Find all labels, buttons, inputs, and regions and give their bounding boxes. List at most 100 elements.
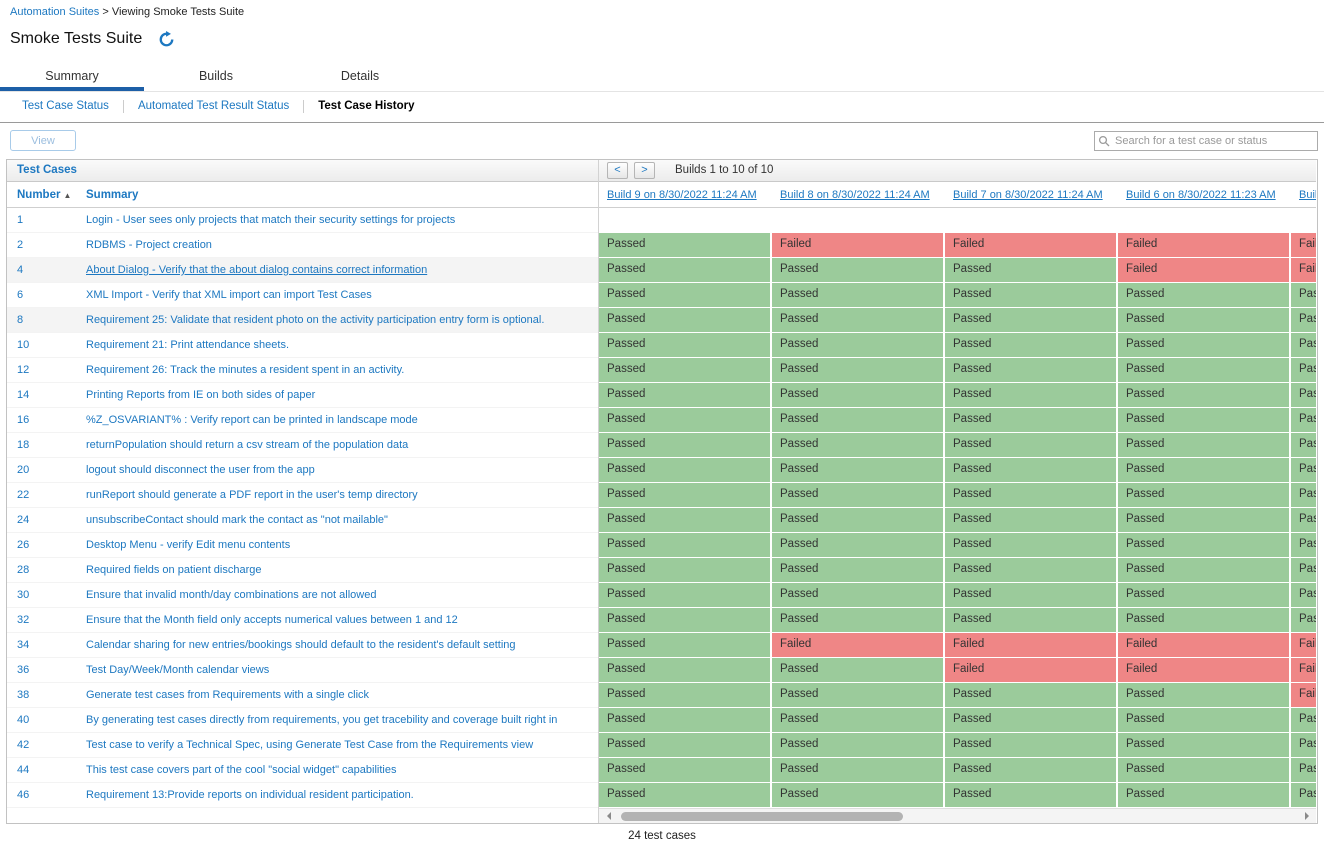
test-case-link[interactable]: Test case to verify a Technical Spec, us… <box>86 739 533 751</box>
test-case-number[interactable]: 38 <box>17 689 29 701</box>
test-case-number[interactable]: 46 <box>17 789 29 801</box>
test-case-row: 38 Generate test cases from Requirements … <box>7 683 598 708</box>
status-cell: Passed <box>599 583 772 608</box>
test-case-number[interactable]: 16 <box>17 414 29 426</box>
status-cell: Passed <box>599 308 772 333</box>
build-column-header[interactable]: Build 8 on 8/30/2022 11:24 AM <box>772 182 945 207</box>
test-case-link[interactable]: Printing Reports from IE on both sides o… <box>86 389 315 401</box>
test-case-row: 22 runReport should generate a PDF report… <box>7 483 598 508</box>
tab-summary[interactable]: Summary <box>0 60 144 91</box>
status-cell: Passed <box>945 333 1118 358</box>
title-bar: Smoke Tests Suite <box>0 20 1324 52</box>
test-case-number[interactable]: 18 <box>17 439 29 451</box>
test-case-number[interactable]: 34 <box>17 639 29 651</box>
test-case-number[interactable]: 28 <box>17 564 29 576</box>
status-cell: Failed <box>945 633 1118 658</box>
test-case-link[interactable]: Desktop Menu - verify Edit menu contents <box>86 539 290 551</box>
scrollbar-thumb[interactable] <box>621 812 903 821</box>
status-cell: Passed <box>772 483 945 508</box>
test-case-link[interactable]: Required fields on patient discharge <box>86 564 262 576</box>
test-case-link[interactable]: Requirement 25: Validate that resident p… <box>86 314 544 326</box>
test-case-number[interactable]: 30 <box>17 589 29 601</box>
subtab-test-case-history[interactable]: Test Case History <box>304 100 428 113</box>
test-case-link[interactable]: Requirement 26: Track the minutes a resi… <box>86 364 404 376</box>
test-case-number[interactable]: 26 <box>17 539 29 551</box>
horizontal-scrollbar[interactable] <box>599 808 1316 823</box>
test-case-number[interactable]: 12 <box>17 364 29 376</box>
test-case-link[interactable]: By generating test cases directly from r… <box>86 714 557 726</box>
test-case-link[interactable]: Generate test cases from Requirements wi… <box>86 689 369 701</box>
test-case-link[interactable]: Login - User sees only projects that mat… <box>86 214 455 226</box>
status-cell: Passed <box>772 758 945 783</box>
test-case-link[interactable]: returnPopulation should return a csv str… <box>86 439 408 451</box>
status-cell: Passed <box>945 608 1118 633</box>
test-case-link[interactable]: This test case covers part of the cool "… <box>86 764 396 776</box>
test-case-number[interactable]: 20 <box>17 464 29 476</box>
test-case-link[interactable]: About Dialog - Verify that the about dia… <box>86 264 427 276</box>
main-tabs: Summary Builds Details <box>0 52 1324 92</box>
test-case-number[interactable]: 1 <box>17 214 23 226</box>
test-case-number[interactable]: 14 <box>17 389 29 401</box>
status-cell: Passed <box>1291 283 1316 308</box>
test-case-number[interactable]: 40 <box>17 714 29 726</box>
tab-details[interactable]: Details <box>288 60 432 91</box>
status-row: PassedPassedPassedPassedPassed <box>599 783 1316 808</box>
builds-panel: < > Builds 1 to 10 of 10 Build 9 on 8/30… <box>598 160 1316 823</box>
test-case-link[interactable]: Test Day/Week/Month calendar views <box>86 664 269 676</box>
status-cell: Passed <box>1118 683 1291 708</box>
test-case-number[interactable]: 8 <box>17 314 23 326</box>
subtab-automated-test-result-status[interactable]: Automated Test Result Status <box>124 100 304 113</box>
subtab-test-case-status[interactable]: Test Case Status <box>8 100 124 113</box>
status-row: PassedPassedPassedPassedPassed <box>599 383 1316 408</box>
status-cell: Passed <box>599 558 772 583</box>
prev-builds-button[interactable]: < <box>607 162 628 179</box>
test-case-link[interactable]: Ensure that invalid month/day combinatio… <box>86 589 376 601</box>
test-case-number[interactable]: 24 <box>17 514 29 526</box>
build-column-header[interactable]: Build 9 on 8/30/2022 11:24 AM <box>599 182 772 207</box>
test-case-number[interactable]: 32 <box>17 614 29 626</box>
status-cell: Passed <box>772 308 945 333</box>
test-case-link[interactable]: RDBMS - Project creation <box>86 239 212 251</box>
test-case-number[interactable]: 44 <box>17 764 29 776</box>
test-case-number[interactable]: 2 <box>17 239 23 251</box>
test-case-number[interactable]: 4 <box>17 264 23 276</box>
build-column-header[interactable]: Build 7 on 8/30/2022 11:24 AM <box>945 182 1118 207</box>
number-column-header[interactable]: Number▲ <box>7 182 86 207</box>
test-case-number[interactable]: 22 <box>17 489 29 501</box>
status-cell: Passed <box>772 533 945 558</box>
view-button[interactable]: View <box>10 130 76 151</box>
status-cell: Passed <box>945 708 1118 733</box>
scrollbar-track[interactable] <box>615 811 1301 822</box>
status-cell: Passed <box>945 308 1118 333</box>
test-case-number[interactable]: 36 <box>17 664 29 676</box>
tab-builds[interactable]: Builds <box>144 60 288 91</box>
test-case-link[interactable]: unsubscribeContact should mark the conta… <box>86 514 388 526</box>
test-case-link[interactable]: Ensure that the Month field only accepts… <box>86 614 458 626</box>
scroll-right-icon[interactable] <box>1305 812 1313 820</box>
status-cell: Passed <box>1118 308 1291 333</box>
test-case-link[interactable]: Requirement 21: Print attendance sheets. <box>86 339 289 351</box>
test-case-link[interactable]: runReport should generate a PDF report i… <box>86 489 418 501</box>
build-column-header[interactable]: Build 6 on 8/30/2022 11:23 AM <box>1118 182 1291 207</box>
status-cell: Passed <box>1118 458 1291 483</box>
test-case-link[interactable]: %Z_OSVARIANT% : Verify report can be pri… <box>86 414 418 426</box>
test-case-number[interactable]: 6 <box>17 289 23 301</box>
status-cell: Passed <box>772 383 945 408</box>
build-column-header[interactable]: Build 5 on 8/30/2022 11:23 AM <box>1291 182 1316 207</box>
test-case-number[interactable]: 42 <box>17 739 29 751</box>
scroll-left-icon[interactable] <box>603 812 611 820</box>
status-cell: Passed <box>772 683 945 708</box>
test-case-link[interactable]: Requirement 13:Provide reports on indivi… <box>86 789 414 801</box>
test-case-number[interactable]: 10 <box>17 339 29 351</box>
status-cell: Passed <box>1118 758 1291 783</box>
search-input[interactable] <box>1094 131 1318 151</box>
breadcrumb-link-automation-suites[interactable]: Automation Suites <box>10 6 99 18</box>
test-case-link[interactable]: logout should disconnect the user from t… <box>86 464 315 476</box>
test-case-link[interactable]: XML Import - Verify that XML import can … <box>86 289 372 301</box>
summary-column-header[interactable]: Summary <box>86 182 138 207</box>
refresh-icon[interactable] <box>158 31 175 48</box>
test-case-link[interactable]: Calendar sharing for new entries/booking… <box>86 639 516 651</box>
status-row: PassedFailedFailedFailedFailed <box>599 233 1316 258</box>
status-cell: Passed <box>1291 533 1316 558</box>
next-builds-button[interactable]: > <box>634 162 655 179</box>
